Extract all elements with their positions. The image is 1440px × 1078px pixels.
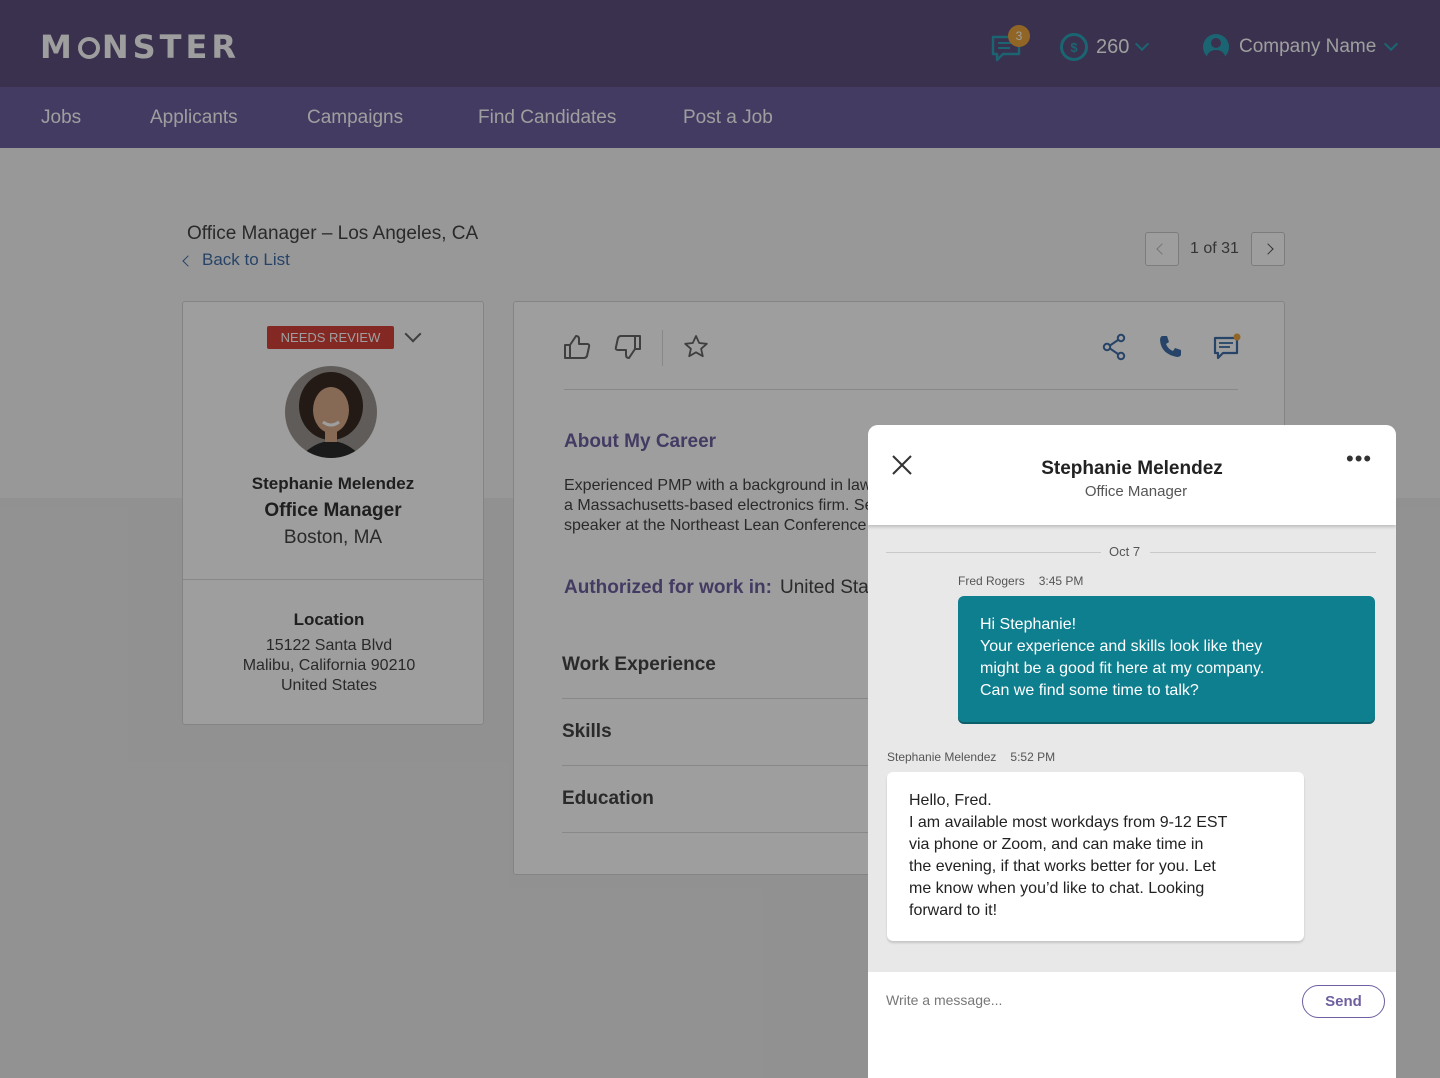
sender-name: Fred Rogers xyxy=(958,574,1025,588)
message-meta: Stephanie Melendez 5:52 PM xyxy=(887,750,1069,764)
chat-contact-name: Stephanie Melendez xyxy=(1041,458,1223,479)
message-line: forward to it! xyxy=(909,902,998,919)
sender-name: Stephanie Melendez xyxy=(887,750,997,764)
message-line: Hello, Fred. xyxy=(909,792,992,809)
message-line: me know when you’d like to chat. Looking xyxy=(909,880,1205,897)
chat-header: Stephanie Melendez Office Manager ••• xyxy=(868,425,1396,525)
date-separator: Oct 7 xyxy=(1109,544,1141,559)
sent-message: Hi Stephanie! Your experience and skills… xyxy=(958,596,1375,722)
message-line: Your experience and skills look like the… xyxy=(980,638,1263,655)
message-line: Can we find some time to talk? xyxy=(980,682,1199,699)
divider xyxy=(1150,552,1376,553)
received-message: Hello, Fred. I am available most workday… xyxy=(887,772,1304,941)
chat-panel: Stephanie Melendez Office Manager ••• Oc… xyxy=(868,425,1396,1078)
message-time: 5:52 PM xyxy=(1010,750,1056,764)
message-line: Hi Stephanie! xyxy=(980,616,1077,633)
chat-contact-role: Office Manager xyxy=(1084,483,1188,500)
message-line: I am available most workdays from 9-12 E… xyxy=(909,814,1228,831)
message-time: 3:45 PM xyxy=(1038,574,1084,588)
message-input[interactable] xyxy=(886,986,1286,1014)
divider xyxy=(886,552,1101,553)
compose-bar: Send xyxy=(868,972,1396,1078)
message-line: via phone or Zoom, and can make time in xyxy=(909,836,1204,853)
message-meta: Fred Rogers 3:45 PM xyxy=(958,574,1097,588)
more-icon[interactable]: ••• xyxy=(1346,448,1374,475)
send-button[interactable]: Send xyxy=(1302,985,1385,1018)
message-line: the evening, if that works better for yo… xyxy=(909,858,1216,875)
message-line: might be a good fit here at my company. xyxy=(980,660,1265,677)
